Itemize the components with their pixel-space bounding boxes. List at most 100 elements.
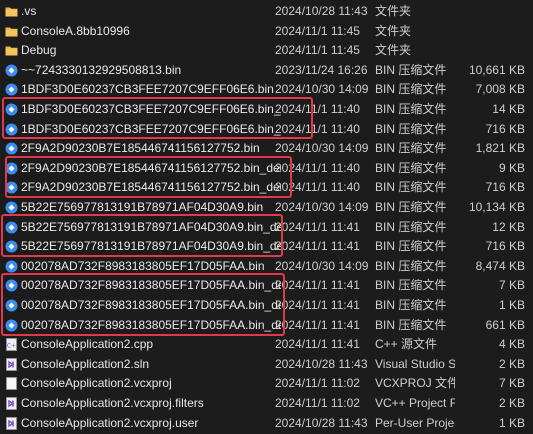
file-size: 661 KB: [485, 317, 525, 332]
file-name: 5B22E756977813191B78971AF04D30A9.bin_dec…: [21, 239, 281, 254]
file-date: 2024/11/1 11:45: [275, 43, 360, 58]
file-row[interactable]: ConsoleApplication2.vcxproj 2024/11/1 11…: [0, 374, 533, 394]
file-row[interactable]: C+ ConsoleApplication2.cpp 2024/11/1 11:…: [0, 335, 533, 355]
file-size: 14 KB: [492, 102, 525, 116]
bin-file-icon: [5, 123, 18, 136]
bin-file-icon: [5, 201, 18, 214]
file-name: ConsoleApplication2.vcxproj.user: [21, 415, 199, 430]
file-row[interactable]: 2F9A2D90230B7E185446741156127752.bin 202…: [0, 139, 533, 159]
file-row[interactable]: 2F9A2D90230B7E185446741156127752.bin_dec…: [0, 159, 533, 179]
file-row[interactable]: 1BDF3D0E60237CB3FEE7207C9EFF06E6.bin_dec…: [0, 120, 533, 140]
file-row[interactable]: ConsoleA.8bb10996 2024/11/1 11:45 文件夹: [0, 22, 533, 42]
file-size: 2 KB: [498, 356, 525, 371]
cpp-file-icon: C+: [5, 338, 18, 352]
file-size: 8,474 KB: [475, 258, 525, 273]
file-date: 2024/11/1 11:41: [275, 298, 360, 312]
file-date: 2024/11/1 11:41: [275, 317, 360, 332]
bin-file-icon: [5, 240, 18, 253]
file-row[interactable]: 5B22E756977813191B78971AF04D30A9.bin_dec…: [0, 218, 533, 238]
file-row[interactable]: 002078AD732F8983183805EF17D05FAA.bin_dec…: [0, 296, 533, 316]
file-type: 文件夹: [375, 4, 412, 18]
bin-file-icon: [5, 260, 18, 273]
file-name: 5B22E756977813191B78971AF04D30A9.bin: [21, 200, 264, 214]
svg-text:C+: C+: [7, 343, 16, 350]
bin-file-icon: [5, 221, 18, 234]
file-size: 1 KB: [498, 415, 525, 430]
file-size: 10,134 KB: [468, 200, 525, 214]
user-file-icon: [5, 416, 18, 430]
file-row[interactable]: 1BDF3D0E60237CB3FEE7207C9EFF06E6.bin 202…: [0, 80, 533, 100]
file-date: 2024/11/1 11:40: [275, 180, 360, 195]
bin-file-icon: [5, 83, 18, 96]
file-row[interactable]: Debug 2024/11/1 11:45 文件夹: [0, 41, 533, 61]
file-row[interactable]: ConsoleApplication2.sln 2024/10/28 11:43…: [0, 355, 533, 375]
bin-file-icon: [5, 162, 18, 175]
file-date: 2024/11/1 11:45: [275, 23, 360, 38]
file-name: 002078AD732F8983183805EF17D05FAA.bin_dec…: [21, 317, 281, 332]
bin-file-icon: [5, 142, 18, 155]
bin-file-icon: [5, 181, 18, 194]
sln-file-icon: [5, 357, 18, 371]
file-row[interactable]: 5B22E756977813191B78971AF04D30A9.bin 202…: [0, 198, 533, 218]
file-date: 2024/10/30 14:09: [275, 200, 369, 214]
file-date: 2024/10/28 11:43: [275, 356, 368, 371]
file-size: 7,008 KB: [475, 82, 525, 97]
file-row[interactable]: 1BDF3D0E60237CB3FEE7207C9EFF06E6.bin_dec…: [0, 100, 533, 120]
file-size: 2 KB: [498, 396, 525, 410]
file-row[interactable]: 5B22E756977813191B78971AF04D30A9.bin_dec…: [0, 237, 533, 257]
bin-file-icon: [5, 64, 18, 77]
file-name: 1BDF3D0E60237CB3FEE7207C9EFF06E6.bin_dec…: [21, 102, 281, 116]
file-date: 2024/11/1 11:40: [275, 160, 360, 175]
folder-icon: [5, 44, 18, 57]
file-name: ConsoleApplication2.vcxproj.filters: [21, 396, 204, 410]
bin-file-icon: [5, 299, 18, 312]
file-name: 002078AD732F8983183805EF17D05FAA.bin_dec…: [21, 298, 281, 312]
file-date: 2024/11/1 11:40: [275, 102, 360, 116]
file-size: 716 KB: [485, 239, 525, 254]
file-name: Debug: [21, 43, 57, 58]
bin-file-icon: [5, 279, 18, 292]
file-name: ConsoleApplication2.sln: [21, 356, 150, 371]
file-date: 2024/10/30 14:09: [275, 141, 369, 156]
file-size: 1 KB: [498, 298, 525, 312]
file-row[interactable]: .vs 2024/10/28 11:43 文件夹: [0, 2, 533, 22]
file-name: ConsoleApplication2.vcxproj: [21, 376, 172, 391]
file-date: 2024/10/30 14:09: [275, 82, 369, 97]
file-name: 2F9A2D90230B7E185446741156127752.bin: [21, 141, 260, 156]
file-date: 2024/11/1 11:40: [275, 121, 360, 136]
file-row[interactable]: 2F9A2D90230B7E185446741156127752.bin_dec…: [0, 178, 533, 198]
folder-icon: [5, 5, 18, 18]
file-name: 1BDF3D0E60237CB3FEE7207C9EFF06E6.bin: [21, 82, 274, 97]
file-row[interactable]: 002078AD732F8983183805EF17D05FAA.bin 202…: [0, 257, 533, 277]
file-name: 002078AD732F8983183805EF17D05FAA.bin_dec…: [21, 278, 281, 293]
vcxproj-file-icon: [5, 377, 18, 391]
file-name: .vs: [21, 4, 37, 18]
file-type: 文件夹: [375, 43, 412, 58]
file-date: 2024/10/28 11:43: [275, 4, 368, 18]
file-type: 文件夹: [375, 23, 412, 38]
file-row[interactable]: 002078AD732F8983183805EF17D05FAA.bin_dec…: [0, 276, 533, 296]
file-name: ConsoleA.8bb10996: [21, 23, 130, 38]
file-name: 5B22E756977813191B78971AF04D30A9.bin_dec…: [21, 219, 281, 234]
file-date: 2024/11/1 11:41: [275, 219, 360, 234]
file-name: 2F9A2D90230B7E185446741156127752.bin_dec…: [21, 180, 281, 195]
file-size: 716 KB: [485, 180, 525, 195]
file-row[interactable]: ConsoleApplication2.vcxproj.filters 2024…: [0, 394, 533, 414]
file-name: ConsoleApplication2.cpp: [21, 337, 154, 352]
file-row[interactable]: ~~7243330132929508813.bin 2023/11/24 16:…: [0, 61, 533, 81]
file-date: 2024/10/30 14:09: [275, 258, 369, 273]
file-size: 12 KB: [492, 219, 525, 234]
bin-file-icon: [5, 319, 18, 332]
file-date: 2024/11/1 11:02: [275, 396, 360, 410]
file-size: 716 KB: [485, 121, 525, 136]
file-size: 1,821 KB: [475, 141, 525, 156]
file-date: 2024/11/1 11:41: [275, 337, 360, 352]
file-row[interactable]: 002078AD732F8983183805EF17D05FAA.bin_dec…: [0, 316, 533, 336]
file-list: .vs 2024/10/28 11:43 文件夹 ConsoleA.8bb109…: [0, 0, 533, 434]
file-name: ~~7243330132929508813.bin: [21, 62, 182, 77]
file-row[interactable]: ConsoleApplication2.vcxproj.user 2024/10…: [0, 414, 533, 434]
folder-icon: [5, 25, 18, 38]
file-size: 10,661 KB: [468, 62, 525, 77]
file-name: 002078AD732F8983183805EF17D05FAA.bin: [21, 258, 265, 273]
bin-file-icon: [5, 103, 18, 116]
